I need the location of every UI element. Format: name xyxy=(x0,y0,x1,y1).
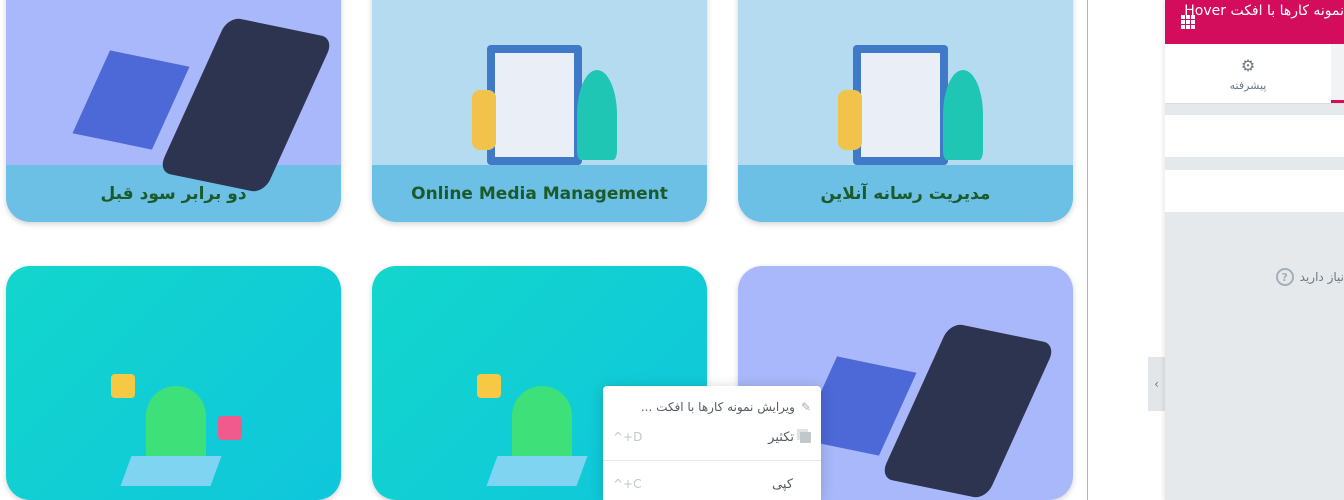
context-menu: ✎ ویرایش نمونه کارها با افکت ... تکثیر ^+… xyxy=(603,386,821,500)
tab-style[interactable] xyxy=(1331,44,1344,103)
duplicate-icon xyxy=(800,431,811,443)
panel-header: نمونه کارها با افکت Hover xyxy=(1165,0,1344,44)
chevron-left-icon: ‹ xyxy=(1154,377,1159,391)
pencil-icon: ✎ xyxy=(800,400,811,414)
gear-icon: ⚙ xyxy=(1240,55,1256,75)
menu-item-shortcut: ^+D xyxy=(613,430,643,444)
panel-gutter xyxy=(1089,0,1165,500)
menu-item-shortcut: ^+C xyxy=(613,477,642,491)
card-image xyxy=(738,0,1073,165)
card-title: مدیریت رسانه آنلاین xyxy=(738,165,1073,222)
card-title: Online Media Management xyxy=(372,165,707,222)
editor-panel: نمونه کارها با افکت Hover ⚙ پیشرفته نیاز… xyxy=(1165,0,1344,500)
menu-item-duplicate[interactable]: تکثیر ^+D xyxy=(603,422,821,452)
panel-section[interactable] xyxy=(1165,115,1344,157)
collapse-panel-button[interactable]: ‹ xyxy=(1148,357,1165,411)
help-text: نیاز دارید xyxy=(1299,270,1344,284)
editor-canvas: مدیریت رسانه آنلاین Online Media Managem… xyxy=(0,0,1088,500)
menu-item-copy[interactable]: کپی ^+C xyxy=(603,469,821,499)
tab-advanced-label: پیشرفته xyxy=(1229,78,1267,92)
help-icon: ? xyxy=(1275,268,1294,286)
menu-item-label: ویرایش نمونه کارها با افکت ... xyxy=(640,400,795,414)
portfolio-card[interactable]: Online Media Management xyxy=(372,0,707,222)
card-image xyxy=(6,266,341,500)
menu-item-edit[interactable]: ✎ ویرایش نمونه کارها با افکت ... xyxy=(603,392,821,422)
card-image xyxy=(6,0,341,194)
portfolio-card[interactable]: دو برابر سود قبل xyxy=(6,0,341,222)
menu-item-label: کپی xyxy=(772,476,793,492)
panel-tabs: ⚙ پیشرفته xyxy=(1165,44,1344,104)
panel-title: نمونه کارها با افکت Hover xyxy=(1184,3,1344,19)
menu-item-label: تکثیر xyxy=(768,429,794,445)
menu-divider xyxy=(603,460,821,461)
card-image xyxy=(372,0,707,165)
portfolio-card[interactable] xyxy=(6,266,341,500)
portfolio-card[interactable]: مدیریت رسانه آنلاین xyxy=(738,0,1073,222)
tab-advanced[interactable]: ⚙ پیشرفته xyxy=(1165,44,1331,103)
panel-section[interactable] xyxy=(1165,170,1344,212)
help-link[interactable]: نیاز دارید ? xyxy=(1275,268,1344,286)
